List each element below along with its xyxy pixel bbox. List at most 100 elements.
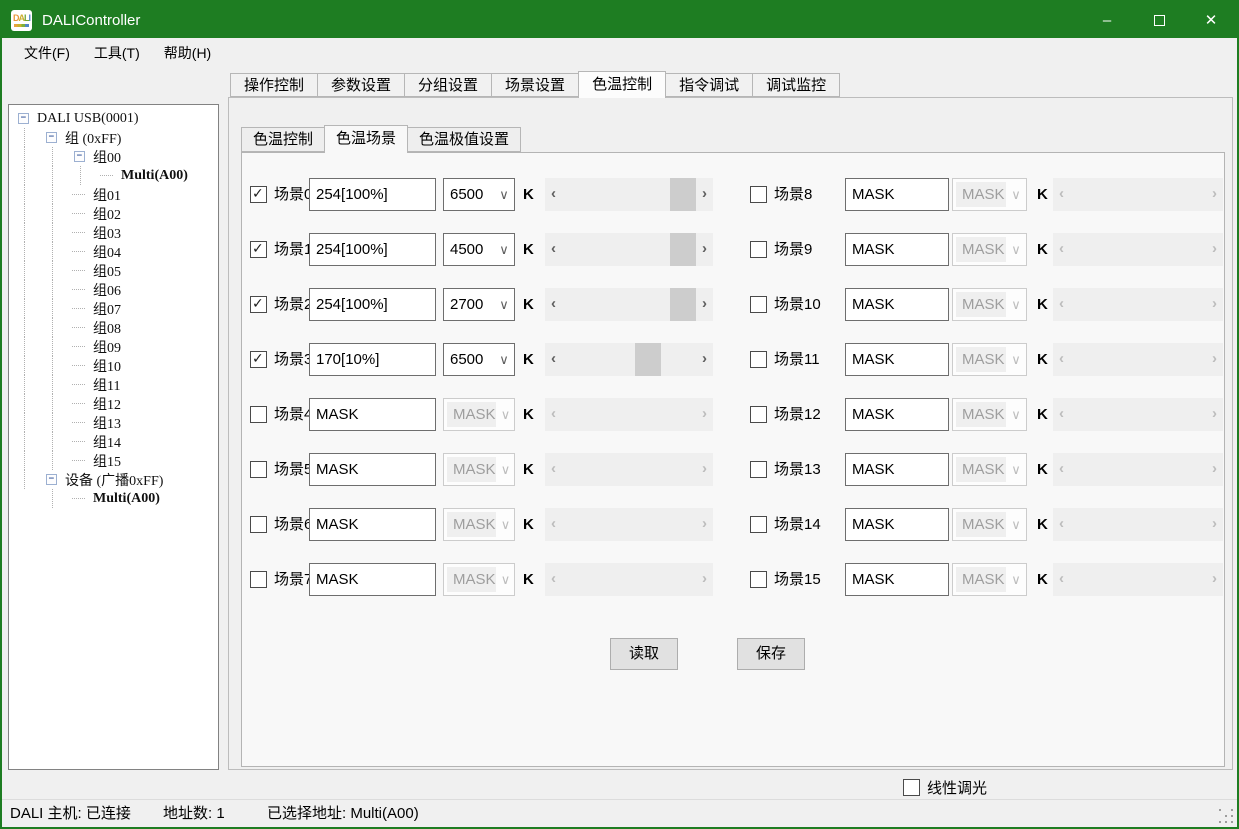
- tab-6[interactable]: 调试监控: [752, 73, 840, 97]
- tree-node[interactable]: 组03: [14, 223, 218, 242]
- collapse-icon[interactable]: −: [74, 151, 85, 162]
- tree-connector: [70, 451, 89, 470]
- dropdown-value: MASK: [956, 347, 1006, 372]
- scene-checkbox[interactable]: [750, 351, 767, 368]
- color-temp-scene-panel: 读取 保存 场景06500∨K‹›场景14500∨K‹›场景22700∨K‹›场…: [241, 152, 1225, 767]
- tree-node[interactable]: Multi(A00): [14, 489, 218, 508]
- tab-2[interactable]: 分组设置: [404, 73, 492, 97]
- save-button[interactable]: 保存: [737, 638, 805, 670]
- tree-connector: [70, 299, 89, 318]
- tree-node[interactable]: 组06: [14, 280, 218, 299]
- subtab-2[interactable]: 色温极值设置: [407, 127, 521, 152]
- scene-checkbox[interactable]: [750, 406, 767, 423]
- tree-expander[interactable]: −: [70, 147, 89, 166]
- menu-item-2[interactable]: 帮助(H): [152, 38, 223, 68]
- tree-node-label: 组15: [89, 451, 121, 471]
- subtab-1[interactable]: 色温场景: [324, 125, 408, 153]
- tree-node[interactable]: 组14: [14, 432, 218, 451]
- scene-checkbox[interactable]: [750, 296, 767, 313]
- tree-node[interactable]: 组11: [14, 375, 218, 394]
- close-button[interactable]: ✕: [1185, 2, 1237, 38]
- scene-level-input[interactable]: [845, 288, 949, 321]
- chevron-down-icon: ∨: [1006, 187, 1026, 203]
- tree-node[interactable]: −组00: [14, 147, 218, 166]
- scroll-left-arrow-icon: ‹: [1053, 508, 1070, 541]
- app-icon: DALI: [11, 10, 32, 31]
- tree-guide: [14, 204, 42, 223]
- scene-checkbox[interactable]: [750, 461, 767, 478]
- tree-connector: [70, 223, 89, 242]
- scene-checkbox[interactable]: [750, 186, 767, 203]
- tree-node[interactable]: 组04: [14, 242, 218, 261]
- tree-node-label: 组08: [89, 318, 121, 338]
- scene-level-input[interactable]: [845, 178, 949, 211]
- tab-5[interactable]: 指令调试: [665, 73, 753, 97]
- tab-3[interactable]: 场景设置: [491, 73, 579, 97]
- color-temp-scrollbar: ‹›: [1053, 343, 1223, 376]
- maximize-button[interactable]: [1133, 2, 1185, 38]
- tree-connector: [70, 318, 89, 337]
- tree-expander[interactable]: −: [14, 109, 33, 128]
- menu-item-1[interactable]: 工具(T): [82, 38, 152, 68]
- tree-expander[interactable]: −: [42, 128, 61, 147]
- tree-node-label: 组05: [89, 261, 121, 281]
- tree-node[interactable]: 组02: [14, 204, 218, 223]
- tree-node-label: 组00: [89, 147, 121, 167]
- scene-checkbox[interactable]: [750, 241, 767, 258]
- tree-guide: [14, 451, 42, 470]
- menu-item-0[interactable]: 文件(F): [12, 38, 82, 68]
- subtab-0[interactable]: 色温控制: [241, 127, 325, 152]
- color-temp-dropdown: MASK∨: [952, 288, 1027, 321]
- scroll-right-arrow-icon: ›: [1206, 343, 1223, 376]
- tree-guide: [42, 204, 70, 223]
- dropdown-value: MASK: [956, 512, 1006, 537]
- tree-node-label: 组10: [89, 356, 121, 376]
- tree-node[interactable]: 组15: [14, 451, 218, 470]
- status-item-0: DALI 主机: 已连接: [10, 800, 131, 828]
- collapse-icon[interactable]: −: [46, 132, 57, 143]
- scene-level-input[interactable]: [845, 233, 949, 266]
- scroll-right-arrow-icon: ›: [1206, 178, 1223, 211]
- tree-guide: [14, 413, 42, 432]
- linear-dimming-checkbox[interactable]: [903, 779, 920, 796]
- tab-page-color-temp: 色温控制色温场景色温极值设置 读取 保存 场景06500∨K‹›场景14500∨…: [228, 97, 1233, 770]
- tree-node-label: 组07: [89, 299, 121, 319]
- tree-node[interactable]: 组12: [14, 394, 218, 413]
- scene-level-input[interactable]: [845, 453, 949, 486]
- chevron-down-icon: ∨: [1006, 297, 1026, 313]
- scene-checkbox[interactable]: [750, 571, 767, 588]
- resize-grip-icon[interactable]: [1219, 809, 1233, 823]
- color-temp-dropdown: MASK∨: [952, 398, 1027, 431]
- tree-node[interactable]: 组09: [14, 337, 218, 356]
- tree-node[interactable]: 组05: [14, 261, 218, 280]
- collapse-icon[interactable]: −: [46, 474, 57, 485]
- tree-node[interactable]: 组13: [14, 413, 218, 432]
- scene-row: 场景8MASK∨K‹›: [242, 178, 1224, 211]
- read-button[interactable]: 读取: [610, 638, 678, 670]
- scene-level-input[interactable]: [845, 398, 949, 431]
- tree-node[interactable]: 组07: [14, 299, 218, 318]
- tab-1[interactable]: 参数设置: [317, 73, 405, 97]
- tree-guide: [42, 356, 70, 375]
- scene-level-input[interactable]: [845, 508, 949, 541]
- sub-tab-strip: 色温控制色温场景色温极值设置: [241, 125, 521, 152]
- window-controls: – ✕: [1081, 2, 1237, 38]
- tree-guide: [14, 489, 42, 508]
- tree-expander[interactable]: −: [42, 470, 61, 489]
- tree-node[interactable]: −DALI USB(0001): [14, 109, 218, 128]
- tree-node[interactable]: 组10: [14, 356, 218, 375]
- scene-checkbox[interactable]: [750, 516, 767, 533]
- tree-node[interactable]: Multi(A00): [14, 166, 218, 185]
- tab-4[interactable]: 色温控制: [578, 71, 666, 98]
- scene-level-input[interactable]: [845, 563, 949, 596]
- collapse-icon[interactable]: −: [18, 113, 29, 124]
- tree-node[interactable]: −组 (0xFF): [14, 128, 218, 147]
- scene-level-input[interactable]: [845, 343, 949, 376]
- tree-node[interactable]: 组08: [14, 318, 218, 337]
- tree-node[interactable]: 组01: [14, 185, 218, 204]
- tab-0[interactable]: 操作控制: [230, 73, 318, 97]
- tree-node[interactable]: −设备 (广播0xFF): [14, 470, 218, 489]
- dropdown-value: MASK: [956, 292, 1006, 317]
- minimize-button[interactable]: –: [1081, 2, 1133, 38]
- app-icon-letter: I: [28, 13, 30, 23]
